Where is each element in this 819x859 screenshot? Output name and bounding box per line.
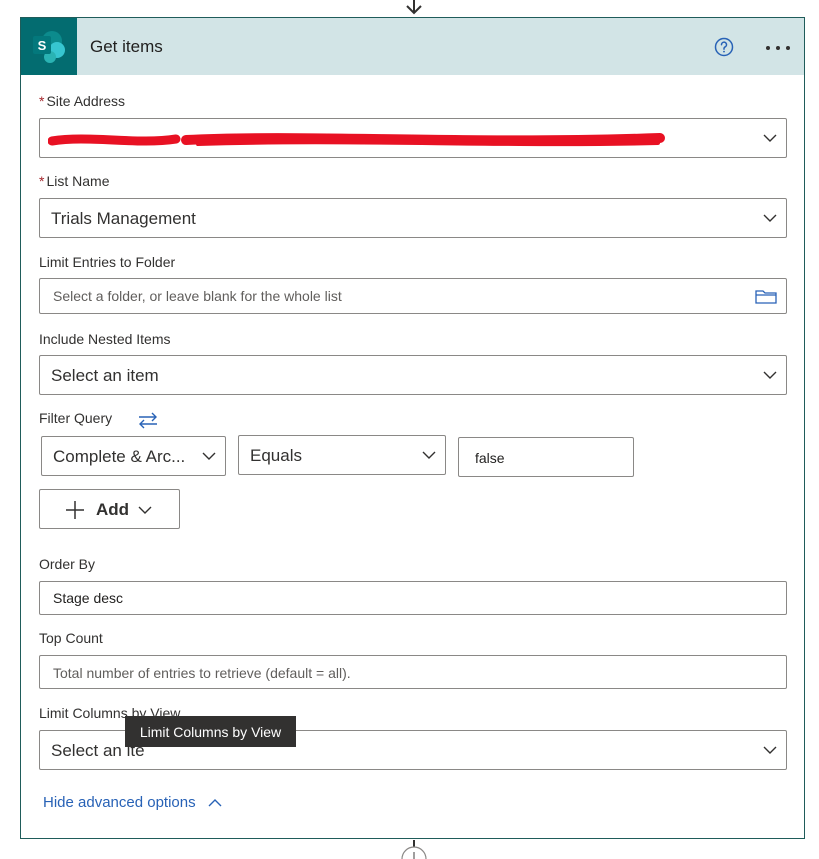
chevron-up-icon bbox=[208, 799, 222, 807]
add-button-label: Add bbox=[96, 500, 130, 519]
chevron-down-icon bbox=[763, 746, 777, 754]
connector-arrow-icon bbox=[406, 0, 422, 15]
filter-field-dropdown[interactable]: Complete & Arc... bbox=[41, 436, 226, 476]
required-mark: * bbox=[39, 93, 45, 109]
chevron-down-icon bbox=[422, 451, 436, 459]
filter-value-input[interactable]: false bbox=[458, 437, 634, 477]
nested-items-value: Select an item bbox=[51, 366, 159, 385]
sharepoint-logo-letter: S bbox=[38, 38, 47, 53]
hide-advanced-options-link[interactable]: Hide advanced options bbox=[43, 794, 222, 811]
nested-items-dropdown[interactable]: Select an item bbox=[39, 355, 787, 395]
site-address-label-text: Site Address bbox=[46, 93, 126, 109]
sharepoint-logo-icon: S bbox=[21, 18, 77, 75]
more-options-icon[interactable] bbox=[765, 45, 791, 51]
hide-advanced-options-label: Hide advanced options bbox=[43, 794, 196, 811]
limit-folder-input[interactable]: Select a folder, or leave blank for the … bbox=[39, 278, 787, 314]
filter-operator-dropdown[interactable]: Equals bbox=[238, 435, 446, 475]
order-by-value: Stage desc bbox=[53, 590, 124, 606]
chevron-down-icon bbox=[763, 371, 777, 379]
list-name-value: Trials Management bbox=[51, 209, 196, 228]
top-count-label: Top Count bbox=[39, 630, 103, 646]
limit-folder-placeholder: Select a folder, or leave blank for the … bbox=[53, 288, 342, 304]
redacted-value-mark bbox=[48, 133, 665, 147]
list-name-dropdown[interactable]: Trials Management bbox=[39, 198, 787, 238]
help-icon[interactable] bbox=[714, 37, 734, 57]
plus-icon bbox=[66, 501, 84, 519]
chevron-down-icon bbox=[763, 134, 777, 142]
switch-mode-icon[interactable] bbox=[137, 411, 159, 429]
required-mark: * bbox=[39, 173, 45, 189]
insert-step-icon[interactable] bbox=[398, 840, 430, 859]
order-by-label: Order By bbox=[39, 556, 96, 572]
order-by-input[interactable]: Stage desc bbox=[39, 581, 787, 615]
limit-folder-label: Limit Entries to Folder bbox=[39, 254, 176, 270]
chevron-down-icon bbox=[138, 506, 152, 514]
folder-icon[interactable] bbox=[755, 288, 777, 304]
filter-value-text: false bbox=[475, 450, 505, 466]
filter-operator-value: Equals bbox=[250, 446, 302, 465]
nested-items-label: Include Nested Items bbox=[39, 331, 171, 347]
list-name-label: * List Name bbox=[39, 173, 109, 189]
site-address-label: * Site Address bbox=[39, 93, 125, 109]
limit-columns-tooltip: Limit Columns by View bbox=[125, 716, 296, 747]
top-count-input[interactable]: Total number of entries to retrieve (def… bbox=[39, 655, 787, 689]
list-name-label-text: List Name bbox=[46, 173, 110, 189]
chevron-down-icon bbox=[763, 214, 777, 222]
top-count-placeholder: Total number of entries to retrieve (def… bbox=[53, 665, 351, 681]
filter-field-value: Complete & Arc... bbox=[53, 447, 186, 466]
action-title: Get items bbox=[90, 37, 163, 56]
add-button[interactable]: Add bbox=[39, 489, 180, 529]
site-address-dropdown[interactable] bbox=[39, 118, 787, 158]
card-header[interactable]: S Get items bbox=[21, 18, 804, 75]
filter-query-label: Filter Query bbox=[39, 410, 113, 426]
chevron-down-icon bbox=[202, 452, 216, 460]
